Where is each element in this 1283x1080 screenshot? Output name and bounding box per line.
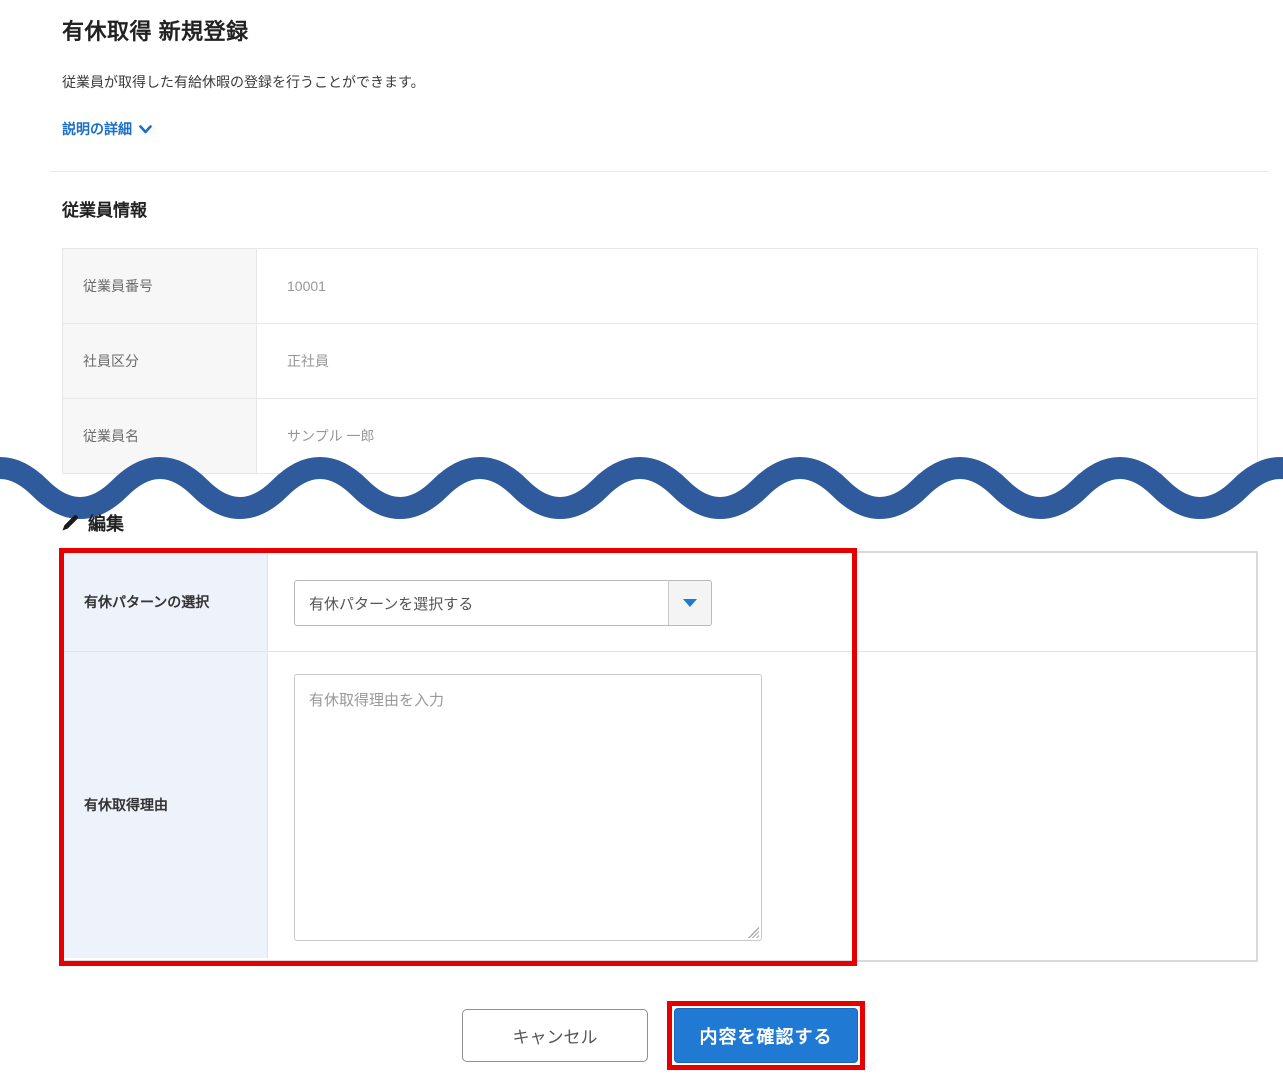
employee-type-label: 社員区分 [63, 324, 257, 398]
textarea-resize-handle[interactable] [748, 927, 759, 938]
pattern-select-label: 有休パターンの選択 [64, 553, 268, 651]
employee-number-label: 従業員番号 [63, 249, 257, 323]
page-title: 有休取得 新規登録 [62, 19, 249, 44]
chevron-down-icon [139, 124, 152, 133]
employee-name-value: サンプル 一郎 [287, 428, 375, 444]
table-row: 従業員名 サンプル 一郎 [63, 399, 1257, 474]
cancel-button[interactable]: キャンセル [462, 1009, 648, 1062]
reason-textarea[interactable] [294, 674, 762, 941]
pencil-icon [62, 515, 78, 531]
reason-row: 有休取得理由 [64, 652, 1256, 958]
section-divider [50, 171, 1268, 172]
leave-pattern-select-value: 有休パターンを選択する [309, 595, 474, 613]
employee-info-heading: 従業員情報 [62, 201, 147, 220]
table-row: 従業員番号 10001 [63, 249, 1257, 324]
confirm-button[interactable]: 内容を確認する [674, 1008, 858, 1063]
edit-heading-label: 編集 [88, 514, 124, 534]
select-arrow-button[interactable] [668, 581, 711, 625]
reason-label: 有休取得理由 [64, 652, 268, 958]
pattern-select-row: 有休パターンの選択 有休パターンを選択する [64, 553, 1256, 652]
page-description: 従業員が取得した有給休暇の登録を行うことができます。 [62, 74, 425, 90]
leave-registration-page: 有休取得 新規登録 従業員が取得した有給休暇の登録を行うことができます。 説明の… [0, 0, 1283, 1080]
employee-info-table: 従業員番号 10001 社員区分 正社員 従業員名 サンプル 一郎 [62, 248, 1258, 474]
employee-type-value: 正社員 [287, 353, 329, 369]
employee-number-value: 10001 [287, 278, 326, 294]
edit-section-heading: 編集 [60, 510, 124, 536]
employee-name-label: 従業員名 [63, 399, 257, 473]
detail-link-label: 説明の詳細 [62, 121, 132, 137]
pattern-select-cell: 有休パターンを選択する [268, 553, 1256, 651]
reason-cell [268, 652, 1256, 958]
confirm-highlight-annotation: 内容を確認する [667, 1001, 865, 1070]
reason-textarea-wrap [294, 674, 762, 941]
triangle-down-icon [683, 599, 697, 607]
table-row: 社員区分 正社員 [63, 324, 1257, 399]
edit-form-table: 有休パターンの選択 有休パターンを選択する 有休取得理由 [62, 551, 1258, 962]
leave-pattern-select[interactable]: 有休パターンを選択する [294, 580, 712, 626]
description-detail-link[interactable]: 説明の詳細 [62, 119, 152, 139]
